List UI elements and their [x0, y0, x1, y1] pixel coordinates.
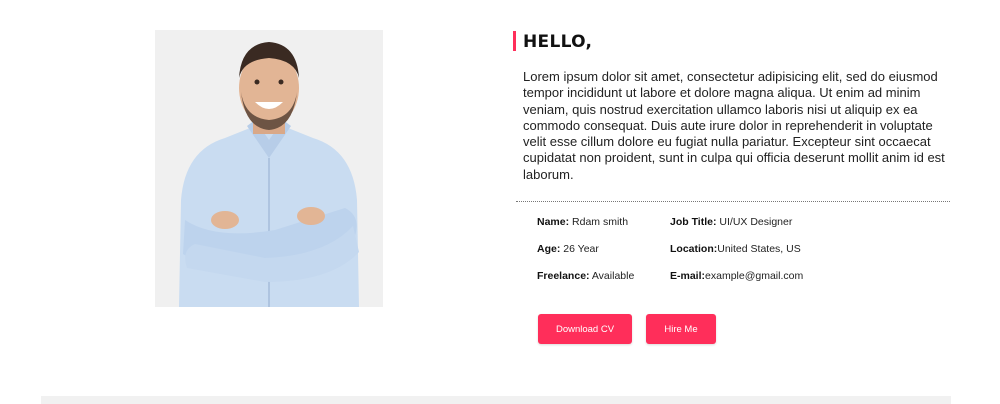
info-job-title-label: Job Title: — [670, 216, 717, 228]
info-job-title: Job Title: UI/UX Designer — [670, 215, 792, 229]
bio-paragraph: Lorem ipsum dolor sit amet, consectetur … — [523, 69, 945, 182]
info-freelance-label: Freelance: — [537, 270, 590, 282]
profile-photo — [155, 30, 383, 307]
info-name-value: Rdam smith — [569, 216, 629, 228]
info-age-value: 26 Year — [560, 243, 599, 255]
info-freelance: Freelance: Available — [537, 269, 634, 283]
info-name-label: Name: — [537, 216, 570, 228]
next-section-edge — [41, 396, 951, 404]
info-age-label: Age: — [537, 243, 561, 255]
portrait-illustration — [155, 30, 383, 307]
info-freelance-value: Available — [589, 270, 635, 282]
greeting-heading: HELLO, — [523, 32, 593, 52]
info-email: E-mail:example@gmail.com — [670, 269, 803, 283]
info-location: Location:United States, US — [670, 242, 801, 256]
info-location-value: United States, US — [717, 243, 801, 255]
info-email-value: example@gmail.com — [705, 270, 804, 282]
heading-accent-bar — [513, 31, 516, 51]
section-divider — [516, 201, 950, 202]
download-cv-button[interactable]: Download CV — [538, 314, 632, 344]
info-email-label: E-mail: — [670, 270, 706, 282]
hire-me-button[interactable]: Hire Me — [646, 314, 716, 344]
info-age: Age: 26 Year — [537, 242, 599, 256]
info-job-title-value: UI/UX Designer — [716, 216, 793, 228]
info-name: Name: Rdam smith — [537, 215, 628, 229]
info-location-label: Location: — [670, 243, 718, 255]
